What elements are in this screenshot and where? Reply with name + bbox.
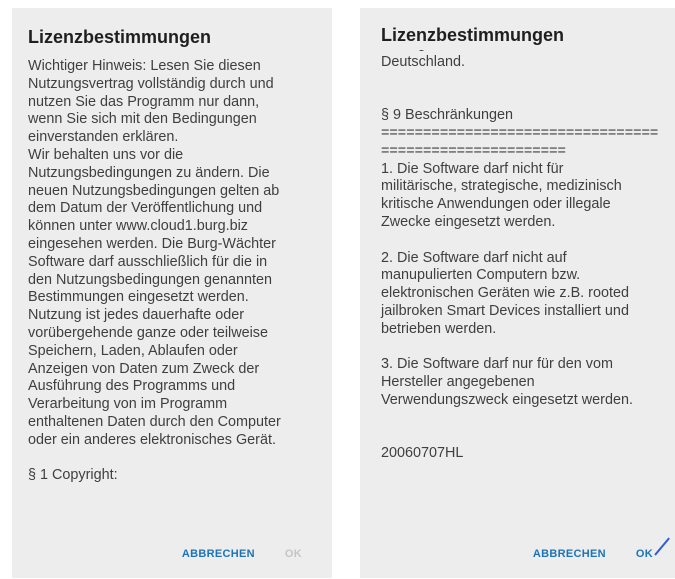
dialog-actions: ABBRECHEN OK [182, 548, 302, 560]
license-scroll-area[interactable]: Streitigkeiten ist, Wetter, Ruhr, Deutsc… [360, 50, 675, 520]
dialog-actions: ABBRECHEN OK [533, 548, 653, 560]
license-text: Streitigkeiten ist, Wetter, Ruhr, Deutsc… [381, 50, 659, 462]
ok-button-disabled: OK [284, 548, 302, 560]
license-text[interactable]: Wichtiger Hinweis: Lesen Sie diesen Nutz… [28, 58, 328, 485]
cancel-button[interactable]: ABBRECHEN [182, 548, 255, 560]
cancel-button[interactable]: ABBRECHEN [533, 548, 606, 560]
license-dialog-left: Lizenzbestimmungen Wichtiger Hinweis: Le… [12, 8, 332, 578]
dialog-title: Lizenzbestimmungen [381, 24, 571, 46]
ok-button[interactable]: OK [636, 548, 653, 560]
dialog-title: Lizenzbestimmungen [28, 27, 212, 47]
pointer-arrow [654, 537, 670, 556]
license-dialog-right: Lizenzbestimmungen Streitigkeiten ist, W… [360, 8, 675, 578]
